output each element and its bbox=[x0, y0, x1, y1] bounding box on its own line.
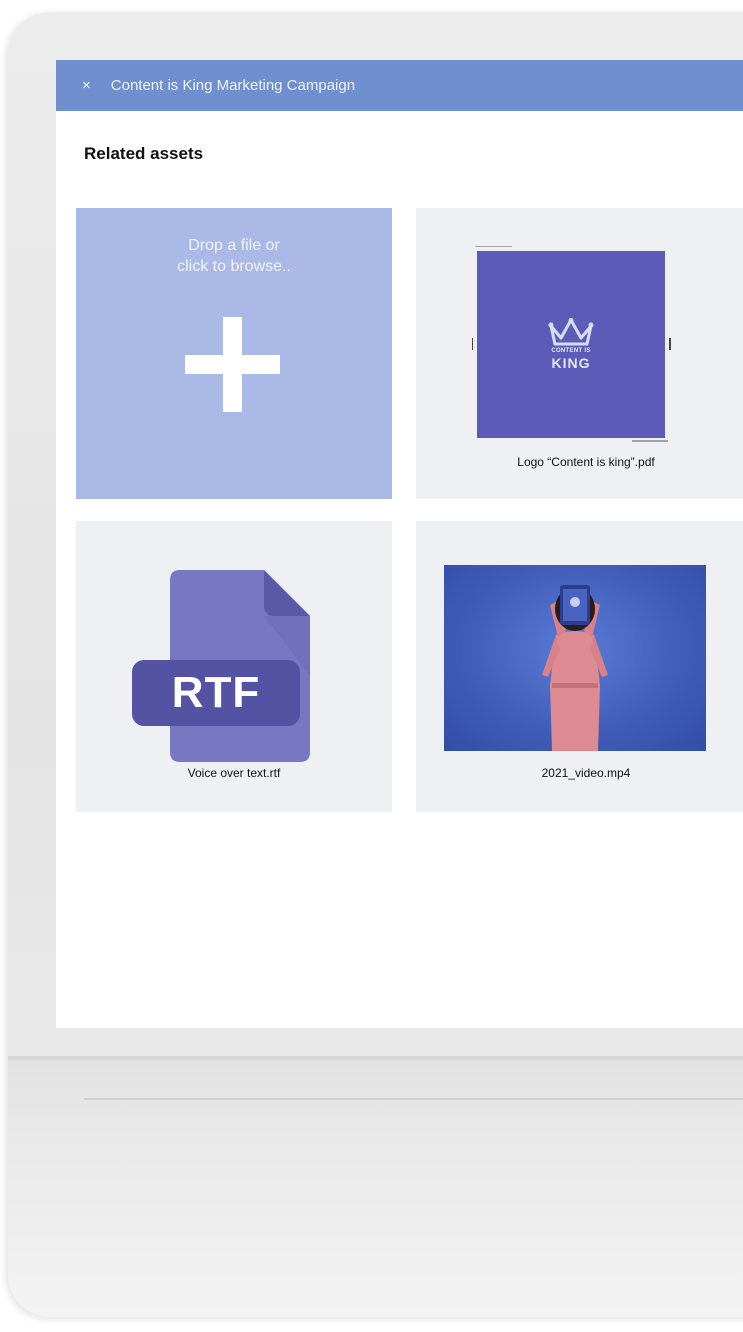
video-thumbnail bbox=[444, 565, 706, 751]
file-drop-zone[interactable]: Drop a file or click to browse.. bbox=[76, 208, 392, 499]
app-screen: × Content is King Marketing Campaign Rel… bbox=[56, 60, 743, 1028]
crown-icon bbox=[548, 318, 594, 346]
logo-subtext: CONTENT IS bbox=[551, 348, 591, 354]
asset-tile-video[interactable]: 2021_video.mp4 bbox=[416, 521, 743, 812]
asset-tile-logo-pdf[interactable]: CONTENT IS KING Logo “Content is king”.p… bbox=[416, 208, 743, 499]
header-bar: × Content is King Marketing Campaign bbox=[56, 60, 743, 111]
header-title: Content is King Marketing Campaign bbox=[110, 77, 356, 94]
section-title: Related assets bbox=[84, 144, 204, 163]
asset-name-video: 2021_video.mp4 bbox=[541, 766, 631, 780]
drop-zone-line-2: click to browse.. bbox=[177, 258, 291, 275]
rtf-badge: RTF bbox=[171, 668, 261, 717]
plus-icon bbox=[185, 355, 280, 374]
drop-zone-line-1: Drop a file or bbox=[188, 237, 280, 254]
asset-name-rtf: Voice over text.rtf bbox=[187, 766, 281, 780]
video-preview-image bbox=[542, 585, 608, 751]
logo-preview: CONTENT IS KING bbox=[477, 251, 665, 438]
asset-tile-rtf[interactable]: RTF Voice over text.rtf bbox=[76, 521, 392, 812]
asset-name-logo: Logo “Content is king”.pdf bbox=[517, 455, 655, 469]
close-icon[interactable]: × bbox=[82, 77, 91, 94]
laptop-base-line bbox=[84, 1098, 743, 1100]
drop-zone-text: Drop a file or click to browse.. bbox=[76, 208, 392, 277]
logo-text: KING bbox=[551, 355, 591, 371]
